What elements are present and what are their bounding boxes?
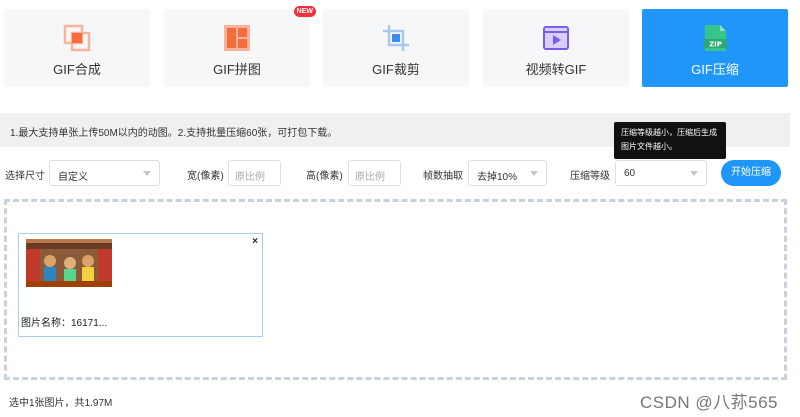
tab-gif-compress[interactable]: ZIP GIF压缩 [642, 9, 788, 87]
frame-select-value: 去掉10% [477, 172, 518, 183]
chevron-down-icon [690, 171, 698, 176]
crop-icon [383, 25, 409, 51]
file-card[interactable]: × 图片名称：16171... [18, 233, 263, 337]
zip-file-icon: ZIP [704, 25, 727, 51]
tab-label: 视频转GIF [525, 62, 587, 77]
tab-video-to-gif[interactable]: 视频转GIF [483, 9, 629, 87]
frame-label: 帧数抽取 [423, 171, 463, 182]
tooltip-line: 图片文件越小。 [621, 142, 677, 151]
tab-label: GIF压缩 [691, 62, 739, 77]
level-select[interactable]: 60 [615, 160, 707, 186]
tab-gif-crop[interactable]: GIF裁剪 [323, 9, 469, 87]
gif-merge-icon [63, 24, 91, 52]
new-badge: NEW [293, 6, 316, 17]
width-input[interactable]: 原比例 [228, 160, 281, 186]
level-label: 压缩等级 [570, 171, 610, 182]
height-input[interactable]: 原比例 [348, 160, 401, 186]
svg-text:ZIP: ZIP [709, 41, 722, 49]
chevron-down-icon [143, 171, 151, 176]
start-compress-button[interactable]: 开始压缩 [721, 160, 781, 186]
selection-summary: 选中1张图片，共1.97M [9, 398, 113, 409]
gif-puzzle-icon [224, 25, 250, 51]
width-label: 宽(像素) [187, 171, 224, 182]
options-row: 选择尺寸 自定义 宽(像素) 原比例 高(像素) 原比例 帧数抽取 去掉10% … [0, 158, 800, 188]
chevron-down-icon [530, 171, 538, 176]
gif-thumbnail [26, 239, 112, 287]
size-select-value: 自定义 [58, 172, 88, 183]
tab-label: GIF裁剪 [372, 62, 420, 77]
tab-gif-puzzle[interactable]: NEW GIF拼图 [164, 6, 316, 87]
file-name: 图片名称：16171... [21, 318, 108, 329]
tab-label: GIF合成 [53, 62, 101, 77]
height-label: 高(像素) [306, 171, 343, 182]
info-text: 1.最大支持单张上传50M以内的动图。2.支持批量压缩60张，可打包下载。 [10, 128, 338, 139]
frame-select[interactable]: 去掉10% [468, 160, 547, 186]
video-play-icon [543, 26, 569, 50]
tooltip-line: 压缩等级越小，压缩后生成 [621, 128, 717, 137]
width-placeholder: 原比例 [235, 172, 265, 183]
close-icon[interactable]: × [252, 236, 258, 247]
level-select-value: 60 [624, 168, 636, 179]
tab-gif-merge[interactable]: GIF合成 [4, 9, 150, 87]
height-placeholder: 原比例 [355, 172, 385, 183]
size-select[interactable]: 自定义 [49, 160, 160, 186]
compress-level-tooltip: 压缩等级越小，压缩后生成 图片文件越小。 [614, 122, 726, 159]
tool-tabs: GIF合成 NEW GIF拼图 GIF裁剪 视频转GIF ZIP GIF压缩 [4, 6, 789, 87]
watermark: CSDN @八荪565 [640, 393, 779, 412]
size-label: 选择尺寸 [5, 171, 45, 182]
tab-label: GIF拼图 [213, 62, 261, 77]
